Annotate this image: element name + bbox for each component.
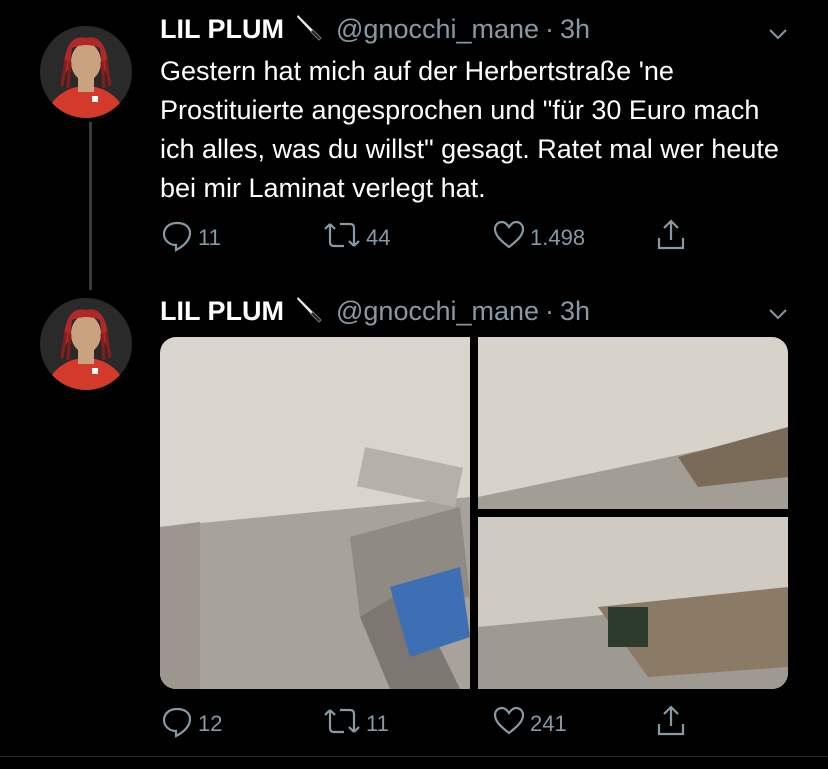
retweet-button[interactable]: 11: [322, 704, 389, 744]
chevron-down-icon[interactable]: [766, 22, 790, 46]
tweet-1[interactable]: LIL PLUM @gnocchi_mane · 3h Gestern hat …: [0, 0, 828, 290]
separator-dot: ·: [545, 13, 555, 44]
photo-2[interactable]: [478, 337, 788, 509]
reply-icon: [160, 704, 198, 744]
divider: [0, 756, 828, 757]
retweet-icon: [322, 704, 366, 744]
retweet-button[interactable]: 44: [322, 218, 390, 258]
chevron-down-icon[interactable]: [766, 302, 790, 326]
knife-icon: [294, 11, 324, 48]
like-count: 241: [530, 711, 567, 736]
photo-3[interactable]: [478, 517, 788, 689]
share-button[interactable]: [654, 704, 692, 744]
avatar[interactable]: [40, 26, 132, 118]
share-icon: [654, 704, 692, 744]
retweet-count: 44: [366, 225, 391, 250]
tweet-text: Gestern hat mich auf der Herbertstraße '…: [160, 56, 779, 203]
like-button[interactable]: 1.498: [492, 218, 585, 258]
tweet-header: LIL PLUM @gnocchi_mane · 3h: [160, 294, 590, 328]
user-handle[interactable]: @gnocchi_mane: [336, 14, 539, 45]
photo-1[interactable]: [160, 337, 470, 689]
knife-icon: [294, 293, 324, 330]
like-count: 1.498: [530, 225, 586, 250]
user-handle[interactable]: @gnocchi_mane: [336, 296, 539, 327]
heart-icon: [492, 218, 530, 258]
like-button[interactable]: 241: [492, 704, 567, 744]
share-icon: [654, 218, 692, 258]
reply-count: 11: [198, 225, 221, 250]
tweet-actions: 12 11 241: [160, 704, 720, 740]
display-name[interactable]: LIL PLUM: [160, 296, 284, 327]
reply-icon: [160, 218, 198, 258]
tweet-actions: 11 44 1.498: [160, 218, 720, 254]
reply-count: 12: [198, 711, 223, 736]
reply-button[interactable]: 12: [160, 704, 222, 744]
separator-dot: ·: [545, 295, 555, 326]
tweet-2[interactable]: LIL PLUM @gnocchi_mane · 3h 12 11 241: [0, 290, 828, 756]
timestamp[interactable]: 3h: [560, 14, 590, 45]
share-button[interactable]: [654, 218, 692, 258]
retweet-count: 11: [366, 711, 389, 736]
tweet-header: LIL PLUM @gnocchi_mane · 3h: [160, 12, 590, 46]
reply-button[interactable]: 11: [160, 218, 221, 258]
display-name[interactable]: LIL PLUM: [160, 14, 284, 45]
timestamp[interactable]: 3h: [560, 296, 590, 327]
avatar[interactable]: [40, 298, 132, 390]
media-grid: [160, 337, 788, 689]
heart-icon: [492, 704, 530, 744]
retweet-icon: [322, 218, 366, 258]
